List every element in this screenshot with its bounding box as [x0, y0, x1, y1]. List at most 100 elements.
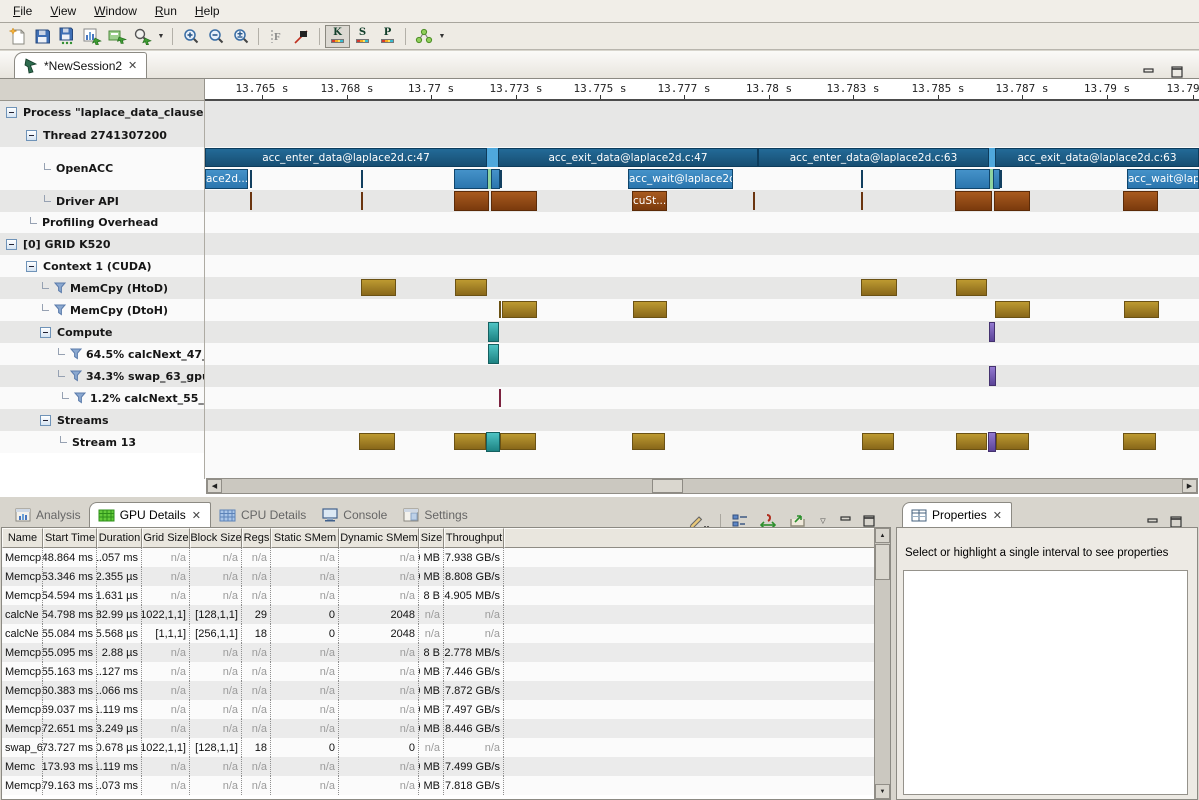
new-session-button[interactable]	[5, 25, 30, 48]
interval-bar[interactable]	[956, 279, 987, 296]
table-row[interactable]: Memcp148.864 ms1.057 msn/an/an/an/an/a9 …	[2, 548, 890, 567]
table-row[interactable]: Memc173.93 ms1.119 msn/an/an/an/an/a9 MB…	[2, 757, 890, 776]
interval-bar[interactable]	[862, 433, 894, 450]
horizontal-scrollbar[interactable]: ◀ ▶	[206, 478, 1198, 494]
column-header-dynamic-smem[interactable]: Dynamic SMem	[339, 528, 419, 548]
interval-bar[interactable]	[989, 322, 995, 342]
view-k-button[interactable]: K	[325, 25, 350, 48]
marker-f-button[interactable]: F	[264, 25, 289, 48]
table-row[interactable]: Memcp169.037 ms1.119 msn/an/an/an/an/a9 …	[2, 700, 890, 719]
interval-bar[interactable]	[499, 301, 501, 318]
save-button[interactable]	[30, 25, 55, 48]
close-icon[interactable]: ✕	[992, 509, 1003, 522]
interval-bar[interactable]	[486, 432, 500, 452]
dropdown-icon[interactable]: ▼	[155, 33, 167, 40]
collapse-icon[interactable]	[26, 130, 37, 141]
column-header-static-smem[interactable]: Static SMem	[271, 528, 339, 548]
table-row[interactable]: Memcp155.095 ms2.88 µsn/an/an/an/an/a8 B…	[2, 643, 890, 662]
tree-item-process-laplace-data-clauses-10[interactable]: Process "laplace_data_clauses 10...	[0, 101, 205, 124]
analysis-button[interactable]	[411, 25, 436, 48]
export-button[interactable]	[105, 25, 130, 48]
interval-bar[interactable]	[499, 389, 501, 407]
interval-bar[interactable]	[861, 192, 863, 210]
interval-bar[interactable]	[753, 192, 755, 210]
collapse-icon[interactable]	[40, 327, 51, 338]
interval-bar[interactable]	[996, 433, 1029, 450]
layout-button[interactable]	[732, 513, 749, 528]
maximize-icon[interactable]	[1171, 66, 1183, 78]
column-header-duration[interactable]: Duration	[97, 528, 142, 548]
tree-item-driver-api[interactable]: Driver API	[0, 190, 205, 212]
column-header-regs[interactable]: Regs	[242, 528, 271, 548]
column-header-start-time[interactable]: Start Time	[43, 528, 97, 548]
menu-file[interactable]: File	[4, 1, 41, 21]
interval-bar[interactable]	[361, 279, 396, 296]
close-icon[interactable]: ✕	[127, 59, 138, 72]
interval-bar[interactable]	[487, 148, 498, 167]
table-row[interactable]: swap_6173.727 ms50.678 µs[1022,1,1][128,…	[2, 738, 890, 757]
tree-item-memcpy-dtoh[interactable]: MemCpy (DtoH)	[0, 299, 205, 321]
tab-cpu-details[interactable]: CPU Details	[211, 502, 314, 528]
minimize-icon[interactable]	[1147, 517, 1159, 528]
interval-bar[interactable]	[633, 301, 667, 318]
interval-bar[interactable]	[993, 169, 1000, 189]
interval-bar[interactable]	[1123, 433, 1156, 450]
interval-bar[interactable]: acc_enter_data@laplace2d.c:47	[205, 148, 487, 167]
tree-item-streams[interactable]: Streams	[0, 409, 205, 431]
scroll-down-icon[interactable]: ▼	[875, 784, 890, 799]
interval-bar[interactable]	[955, 169, 990, 189]
interval-bar[interactable]	[955, 191, 992, 211]
tab-newsession2[interactable]: *NewSession2 ✕	[14, 52, 147, 78]
interval-bar[interactable]: acc_exit_data@laplace2d.c:47	[498, 148, 758, 167]
tree-item-0-grid-k520[interactable]: [0] GRID K520	[0, 233, 205, 255]
close-icon[interactable]: ✕	[191, 509, 202, 522]
tree-item-compute[interactable]: Compute	[0, 321, 205, 343]
collapse-icon[interactable]	[40, 415, 51, 426]
interval-bar[interactable]	[500, 433, 536, 450]
tab-properties[interactable]: Properties ✕	[902, 502, 1012, 528]
tab-gpu-details[interactable]: GPU Details✕	[89, 502, 211, 528]
column-header-block-size[interactable]: Block Size	[190, 528, 242, 548]
filter-icon[interactable]	[74, 392, 86, 404]
interval-bar[interactable]	[454, 191, 489, 211]
interval-bar[interactable]	[491, 191, 537, 211]
interval-bar[interactable]	[359, 433, 395, 450]
table-row[interactable]: Memcp155.163 ms1.127 msn/an/an/an/an/a9 …	[2, 662, 890, 681]
collapse-icon[interactable]	[6, 107, 17, 118]
interval-bar[interactable]	[1123, 191, 1158, 211]
view-s-button[interactable]: S	[350, 25, 375, 48]
view-menu-icon[interactable]: ▽	[817, 517, 829, 525]
interval-bar[interactable]	[1000, 170, 1002, 188]
interval-bar[interactable]	[491, 169, 500, 189]
view-p-button[interactable]: P	[375, 25, 400, 48]
interval-bar[interactable]: cuSt...	[632, 191, 667, 211]
interval-bar[interactable]	[988, 432, 996, 452]
interval-bar[interactable]	[500, 170, 502, 188]
interval-bar[interactable]	[632, 433, 665, 450]
scrollbar-thumb[interactable]	[875, 544, 890, 580]
maximize-icon[interactable]	[863, 515, 875, 527]
column-header-name[interactable]: Name	[2, 528, 43, 548]
interval-bar[interactable]: acc_wait@lap	[1127, 169, 1199, 189]
interval-bar[interactable]	[995, 301, 1030, 318]
interval-bar[interactable]	[454, 169, 488, 189]
tree-item-34-3-swap-63-gpu[interactable]: 34.3% swap_63_gpu	[0, 365, 205, 387]
tab-analysis[interactable]: Analysis	[7, 502, 89, 528]
filter-icon[interactable]	[54, 282, 66, 294]
interval-bar[interactable]	[861, 279, 897, 296]
interval-bar[interactable]	[250, 170, 252, 188]
menu-run[interactable]: Run	[146, 1, 186, 21]
save-all-button[interactable]	[55, 25, 80, 48]
filter-icon[interactable]	[54, 304, 66, 316]
export-button[interactable]	[789, 513, 806, 528]
filter-edit-button[interactable]	[689, 514, 709, 528]
interval-bar[interactable]	[488, 322, 499, 342]
collapse-icon[interactable]	[6, 239, 17, 250]
table-row[interactable]: Memcp153.346 ms52.355 µsn/an/an/an/an/a9…	[2, 567, 890, 586]
scroll-up-icon[interactable]: ▲	[875, 528, 890, 543]
menu-view[interactable]: View	[41, 1, 85, 21]
move-button[interactable]	[760, 513, 778, 528]
interval-bar[interactable]	[361, 192, 363, 210]
scrollbar-thumb[interactable]	[652, 479, 683, 493]
minimize-icon[interactable]	[1143, 67, 1155, 78]
